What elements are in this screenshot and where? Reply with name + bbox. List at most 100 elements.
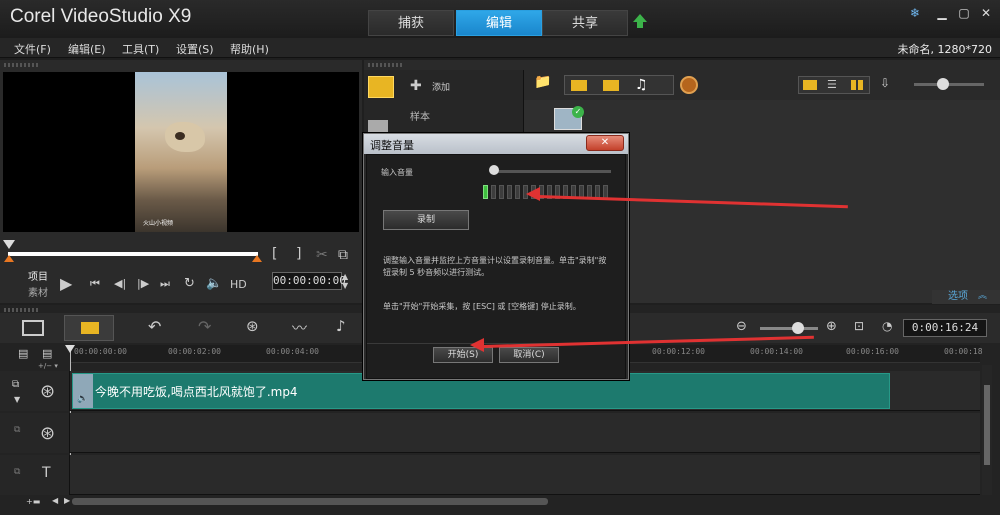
menu-settings[interactable]: 设置(S) [176, 41, 214, 57]
thumb-size-slider[interactable] [914, 83, 984, 86]
minimize-icon[interactable]: ▁ [932, 4, 952, 22]
video-subject [165, 122, 205, 152]
scroll-left-icon[interactable]: ◀ [52, 496, 58, 505]
hd-toggle[interactable]: HD [230, 278, 247, 291]
storyboard-view-icon[interactable] [22, 320, 44, 336]
timeline-view-icon [81, 322, 99, 334]
options-panel-toggle[interactable]: 选项 [932, 290, 1000, 304]
title-lock-icon[interactable]: ⧉ [14, 467, 20, 477]
dialog-close-button[interactable]: ✕ [586, 135, 624, 151]
tick-4: 00:00:14:00 [750, 347, 803, 356]
home-icon[interactable]: ⏮ [90, 277, 100, 291]
menu-file[interactable]: 文件(F) [14, 41, 51, 57]
library-grip[interactable] [368, 63, 404, 67]
video-track-header: ⧉ ▼ ⊛ [0, 371, 70, 411]
media-filter-group: ♫ [564, 75, 674, 95]
meter-segment [507, 185, 512, 199]
mode-project[interactable]: 项目 [28, 268, 48, 283]
mode-clip[interactable]: 素材 [28, 284, 48, 299]
video-subject-detail [175, 132, 185, 140]
maximize-icon[interactable]: ▢ [954, 4, 974, 22]
enlarge-icon[interactable]: ⧉ [338, 247, 348, 263]
track-toggle-icon[interactable]: +/− ▾ [38, 362, 58, 370]
menu-help[interactable]: 帮助(H) [230, 41, 269, 57]
add-icon[interactable]: ✚ [410, 78, 422, 94]
scroll-right-icon[interactable]: ▶ [64, 496, 70, 505]
zoom-in-icon[interactable]: ⊕ [826, 319, 837, 334]
grid-view-icon[interactable] [851, 80, 863, 90]
add-chapter-icon[interactable]: ▤ [42, 347, 52, 360]
trim-start-icon[interactable] [4, 255, 14, 262]
sort-icon[interactable]: ⇩ [880, 76, 890, 90]
ripple-edit-icon[interactable]: ⧉ [12, 379, 19, 390]
library-folder-sample[interactable]: 样本 [410, 108, 430, 123]
timeline-vertical-scrollbar[interactable] [982, 365, 992, 495]
next-frame-icon[interactable]: |▶ [137, 277, 149, 290]
fit-project-icon[interactable]: ⊡ [854, 319, 864, 333]
timeline-view-button[interactable] [64, 315, 114, 341]
cancel-button[interactable]: 取消(C) [499, 347, 559, 363]
zoom-out-icon[interactable]: ⊖ [736, 319, 747, 334]
list-view-icon[interactable]: ☰ [827, 78, 837, 91]
overlay-lock-icon[interactable]: ⧉ [14, 425, 20, 435]
vertical-scroll-thumb[interactable] [984, 385, 990, 465]
track-manager-icon[interactable]: ▤ [18, 347, 28, 360]
app-title: Corel VideoStudio X9 [10, 6, 192, 27]
split-icon[interactable]: ✂ [316, 247, 328, 263]
timeline-horizontal-scrollbar[interactable] [72, 498, 548, 505]
zoom-slider-knob[interactable] [792, 322, 804, 334]
import-icon[interactable] [680, 76, 698, 94]
view-mode-group: ☰ [798, 76, 870, 94]
auto-music-icon[interactable]: ♪ [336, 317, 346, 335]
annotation-arrow-head-1 [526, 187, 540, 201]
timecode-stepper-icon[interactable]: ▲ ▼ [342, 272, 348, 290]
timeline-grip[interactable] [4, 308, 40, 312]
thumb-size-knob[interactable] [937, 78, 949, 90]
playhead-handle-icon[interactable] [65, 345, 75, 353]
trim-end-icon[interactable] [252, 255, 262, 262]
dialog-title-bar[interactable]: 调整音量 ✕ [364, 134, 628, 154]
clock-icon[interactable]: ◔ [882, 319, 892, 333]
redo-icon[interactable]: ↷ [198, 317, 211, 336]
project-duration: 0:00:16:24 [903, 319, 987, 337]
menu-edit[interactable]: 编辑(E) [68, 41, 106, 57]
tab-capture[interactable]: 捕获 [368, 10, 454, 36]
globe-icon[interactable]: ❄ [905, 4, 925, 22]
sound-mixer-icon[interactable]: 〰 [292, 317, 307, 338]
mark-out-button[interactable]: ] [296, 246, 301, 262]
record-button[interactable]: 录制 [383, 210, 469, 230]
volume-icon[interactable]: 🔈 [206, 276, 222, 291]
playhead-marker-icon[interactable] [3, 240, 15, 249]
zoom-track-icon[interactable]: +▬ [26, 497, 40, 506]
mark-in-button[interactable]: [ [272, 246, 277, 262]
upload-icon[interactable] [633, 14, 647, 22]
undo-icon[interactable]: ↶ [148, 317, 161, 336]
upload-icon-stem [637, 22, 643, 28]
media-category-icon[interactable] [368, 76, 394, 98]
record-capture-icon[interactable]: ⊛ [246, 317, 259, 335]
title-track-icon: T [42, 465, 51, 481]
title-bar: Corel VideoStudio X9 捕获 编辑 共享 ❄ ▁ ▢ ✕ [0, 0, 1000, 38]
folder-icon[interactable]: 📁 [534, 74, 551, 90]
prev-frame-icon[interactable]: ◀| [114, 277, 126, 290]
scrub-bar[interactable] [8, 252, 258, 256]
timecode-display[interactable]: 00:00:00:00 [272, 272, 346, 290]
panel-grip[interactable] [4, 63, 40, 67]
zoom-slider[interactable] [760, 327, 818, 330]
play-icon[interactable]: ▶ [60, 274, 72, 293]
show-photo-icon[interactable] [603, 80, 619, 91]
add-folder-button[interactable]: 添加 [432, 80, 450, 93]
show-video-icon[interactable] [571, 80, 587, 91]
tab-edit[interactable]: 编辑 [456, 10, 542, 36]
track-dropdown-icon[interactable]: ▼ [14, 395, 20, 404]
start-button[interactable]: 开始(S) [433, 347, 493, 363]
repeat-icon[interactable]: ↻ [184, 276, 195, 291]
end-icon[interactable]: ⏭ [160, 277, 170, 291]
meter-segment [491, 185, 496, 199]
expand-icon[interactable]: ︽ [978, 288, 987, 301]
thumbnail-view-icon[interactable] [803, 80, 817, 90]
close-icon[interactable]: ✕ [976, 4, 996, 22]
show-audio-icon[interactable]: ♫ [635, 77, 648, 93]
menu-tools[interactable]: 工具(T) [122, 41, 159, 57]
tab-share[interactable]: 共享 [542, 10, 628, 36]
